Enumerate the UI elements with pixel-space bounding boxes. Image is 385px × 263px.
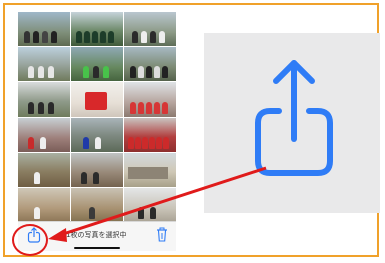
- photo-thumbnail[interactable]: [124, 152, 176, 187]
- photo-thumbnail[interactable]: [18, 117, 70, 152]
- photo-thumbnail[interactable]: [124, 82, 176, 117]
- photo-thumbnail[interactable]: [18, 152, 70, 187]
- photo-library-screen: 1枚の写真を選択中: [18, 12, 176, 251]
- photo-thumbnail[interactable]: [71, 152, 123, 187]
- photo-thumbnail[interactable]: [18, 12, 70, 47]
- home-indicator: [74, 247, 120, 249]
- photo-grid: [18, 12, 176, 222]
- highlight-circle: [12, 224, 48, 256]
- photo-thumbnail[interactable]: [124, 12, 176, 47]
- selection-count-label: 1枚の写真を選択中: [66, 231, 127, 239]
- trash-icon[interactable]: [156, 227, 168, 242]
- photo-thumbnail[interactable]: [71, 187, 123, 222]
- share-icon: [255, 60, 333, 176]
- photo-thumbnail[interactable]: [18, 47, 70, 82]
- photo-thumbnail[interactable]: [124, 47, 176, 82]
- photo-thumbnail[interactable]: [71, 117, 123, 152]
- zoomed-share-icon-panel: [204, 33, 380, 213]
- photo-thumbnail[interactable]: [18, 187, 70, 222]
- photo-thumbnail[interactable]: [71, 12, 123, 47]
- photo-thumbnail[interactable]: [124, 117, 176, 152]
- photo-thumbnail[interactable]: [124, 187, 176, 222]
- photo-thumbnail[interactable]: [18, 82, 70, 117]
- photo-thumbnail[interactable]: [71, 82, 123, 117]
- photo-thumbnail[interactable]: [71, 47, 123, 82]
